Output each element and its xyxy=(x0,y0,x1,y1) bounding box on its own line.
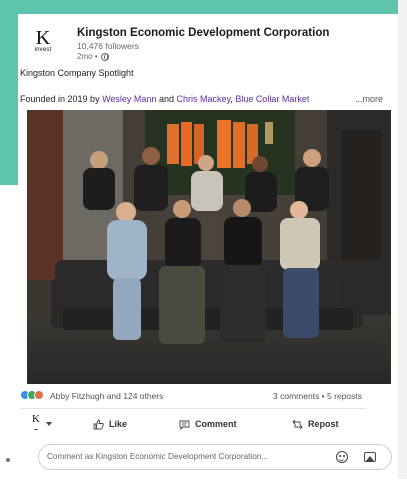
body-and: and xyxy=(156,94,177,104)
globe-icon xyxy=(100,52,109,61)
group-photo-image xyxy=(27,110,391,384)
post-photo[interactable] xyxy=(27,110,391,384)
actions-divider xyxy=(20,408,367,409)
body-prefix: Founded in 2019 by xyxy=(20,94,103,104)
love-reaction-icon xyxy=(34,390,44,400)
reaction-icons[interactable] xyxy=(20,390,44,400)
comment-input[interactable]: Comment as Kingston Economic Development… xyxy=(38,444,392,470)
post-body-text: Founded in 2019 by Wesley Mann and Chris… xyxy=(20,94,380,104)
see-more-link[interactable]: ...more xyxy=(351,94,384,104)
org-name-link[interactable]: Kingston Economic Development Corporatio… xyxy=(77,27,329,39)
post-card: K invest Kingston Economic Development C… xyxy=(18,14,398,479)
actor-avatar-letter: K xyxy=(32,413,40,425)
comments-reposts-count[interactable]: 3 comments • 5 reposts xyxy=(273,391,362,401)
comment-placeholder: Comment as Kingston Economic Development… xyxy=(47,452,269,461)
repost-icon xyxy=(292,419,303,429)
logo-subtext: invest xyxy=(34,47,52,53)
reaction-summary[interactable]: Abby Fitzhugh and 124 others xyxy=(50,391,163,401)
post-time-text: 2mo • xyxy=(77,52,98,61)
comment-icon xyxy=(179,420,190,430)
emoji-icon[interactable] xyxy=(336,451,348,463)
logo-letter: K xyxy=(35,27,51,49)
comment-button[interactable]: Comment xyxy=(179,414,237,434)
like-button[interactable]: Like xyxy=(93,414,127,434)
org-logo[interactable]: K invest xyxy=(26,24,60,58)
post-time: 2mo • xyxy=(77,52,109,61)
thumbs-up-icon xyxy=(93,419,104,429)
repost-button[interactable]: Repost xyxy=(292,414,339,434)
background-white-left xyxy=(0,185,18,485)
like-label: Like xyxy=(109,419,128,429)
bottom-strip xyxy=(0,479,407,485)
comment-label: Comment xyxy=(195,419,237,429)
social-counts-row: Abby Fitzhugh and 124 others 3 comments … xyxy=(20,390,380,404)
actor-avatar: K ▬ xyxy=(32,414,40,434)
actor-selector[interactable]: K ▬ xyxy=(32,414,52,434)
mention-blue-collar-market[interactable]: Blue Collar Market xyxy=(235,94,309,104)
mention-chris-mackey[interactable]: Chris Mackey xyxy=(176,94,230,104)
actor-avatar-underline: ▬ xyxy=(34,427,38,431)
mention-wesley-mann[interactable]: Wesley Mann xyxy=(102,94,156,104)
action-bar: K ▬ Like Comment Repost xyxy=(20,414,370,434)
post-header: K invest Kingston Economic Development C… xyxy=(18,14,398,69)
post-headline: Kingston Company Spotlight xyxy=(20,68,134,78)
image-icon[interactable] xyxy=(364,452,376,462)
chevron-down-icon xyxy=(45,422,52,426)
follower-count: 10,476 followers xyxy=(77,41,139,51)
background-dot xyxy=(6,458,10,462)
repost-label: Repost xyxy=(308,419,339,429)
background-teal-left xyxy=(0,0,18,190)
